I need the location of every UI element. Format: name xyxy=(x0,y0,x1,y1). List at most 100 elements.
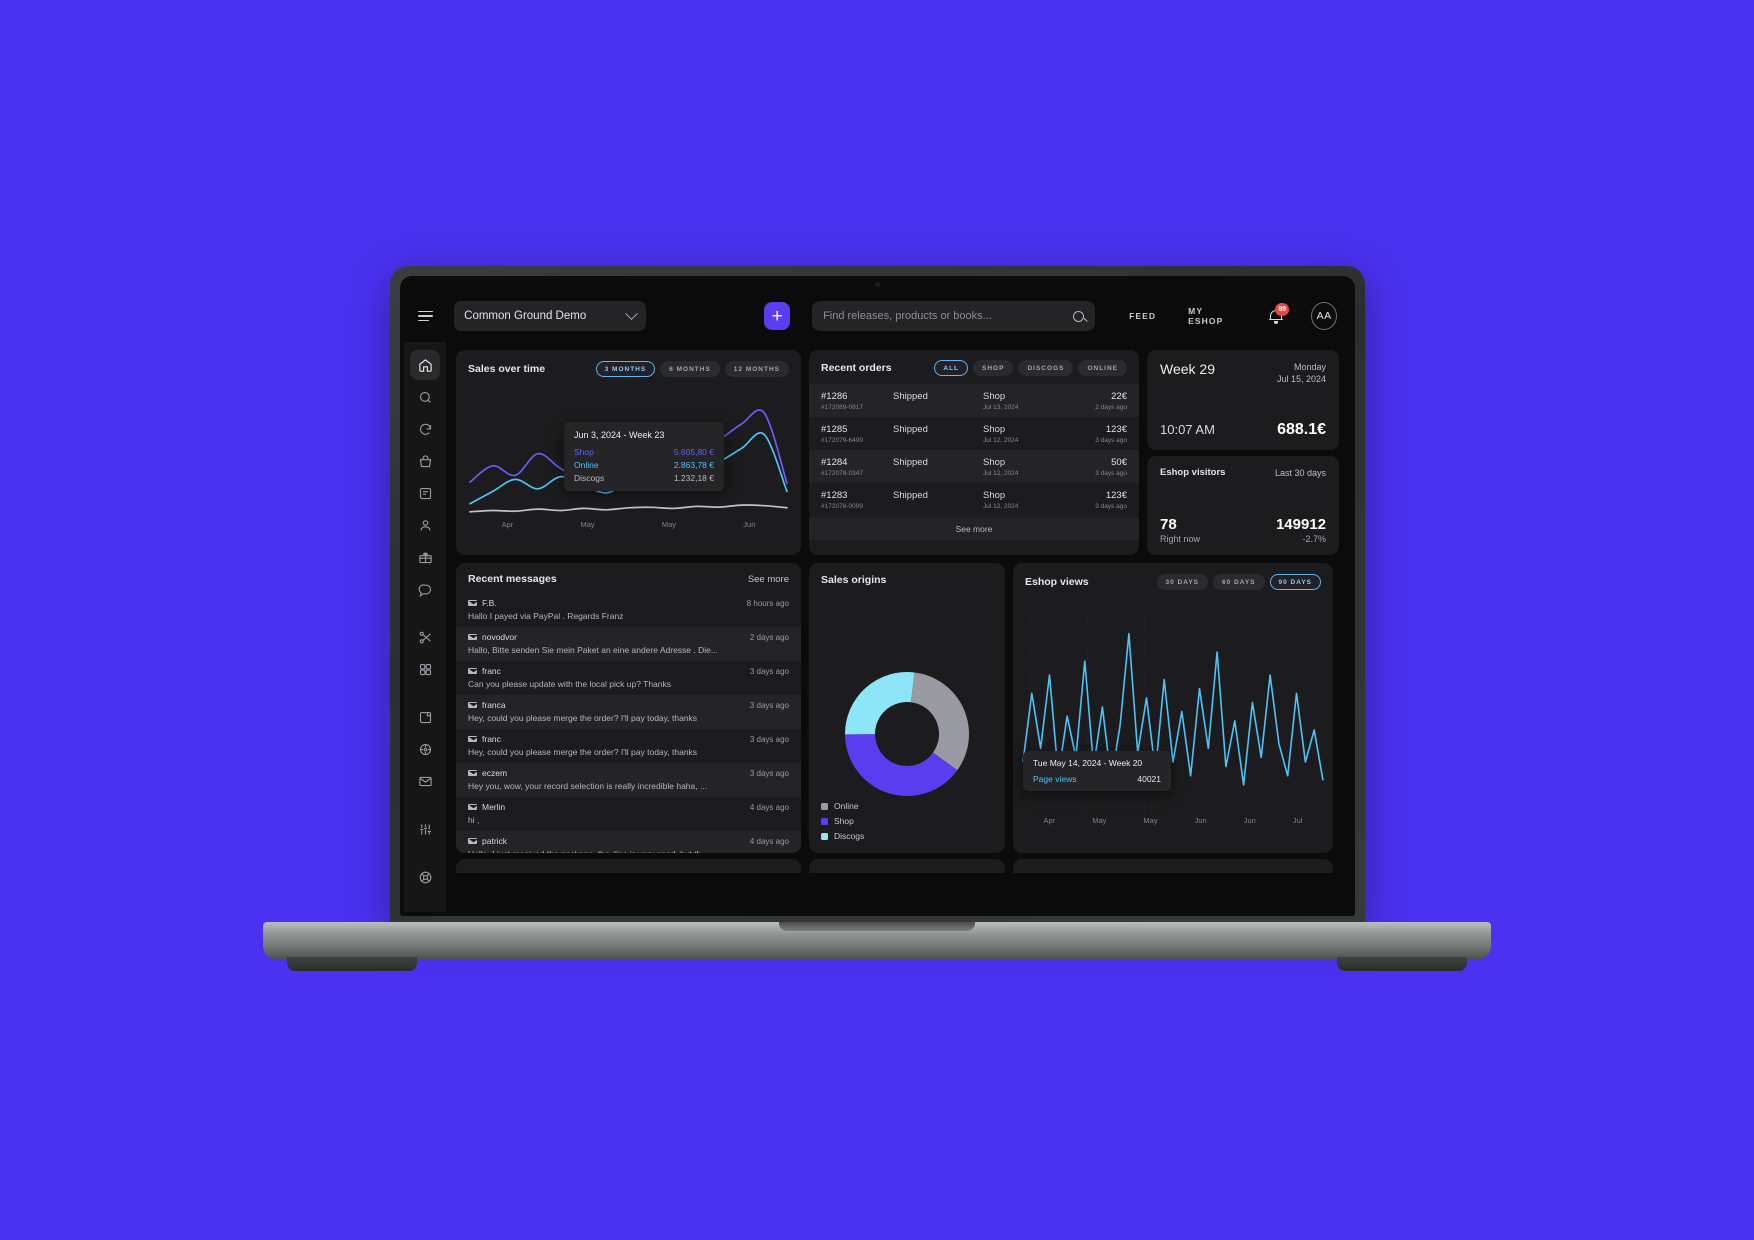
sidebar-item-catalog[interactable] xyxy=(410,478,440,508)
laptop-foot-left xyxy=(287,957,417,971)
views-range-60-days[interactable]: 60 DAYS xyxy=(1213,574,1265,590)
orders-filter-online[interactable]: ONLINE xyxy=(1078,360,1127,376)
message-time: 4 days ago xyxy=(749,836,789,846)
sales-range-6-months[interactable]: 6 MONTHS xyxy=(660,361,720,377)
order-ref: #172078-0099 xyxy=(821,503,863,510)
search-box[interactable] xyxy=(812,301,1096,331)
envelope-icon xyxy=(468,837,478,845)
orders-filter-shop[interactable]: SHOP xyxy=(973,360,1014,376)
sidebar-item-mail[interactable] xyxy=(410,766,440,796)
list-item[interactable]: patrick 4 days ago Hello, I just received… xyxy=(456,831,801,853)
views-range-90-days[interactable]: 90 DAYS xyxy=(1269,574,1321,590)
week-day: Monday xyxy=(1293,362,1326,372)
avatar[interactable]: AA xyxy=(1311,302,1338,330)
list-item[interactable]: Merlin 4 days ago hi , xyxy=(456,797,801,831)
sidebar-item-search[interactable] xyxy=(410,382,440,412)
envelope-icon xyxy=(468,667,478,675)
row-bottom: Recent messages See more F.B. 8 hours ago… xyxy=(456,563,1341,853)
sidebar-item-tools[interactable] xyxy=(410,622,440,652)
message-time: 3 days ago xyxy=(749,768,789,778)
envelope-icon xyxy=(468,803,478,811)
visitors-total-value: 149912 xyxy=(1275,516,1326,533)
message-sender: eczem xyxy=(468,768,507,778)
sidebar-item-messages[interactable] xyxy=(410,574,440,604)
order-id: #1286 xyxy=(821,391,848,402)
sliders-icon xyxy=(419,824,431,834)
views-card-title: Eshop views xyxy=(1025,576,1089,588)
views-range-30-days[interactable]: 30 DAYS xyxy=(1156,574,1208,590)
table-row[interactable]: #1284 #172078-0347 Shipped Shop Jul 12, 20… xyxy=(809,450,1139,483)
search-input[interactable] xyxy=(823,310,1074,322)
sidebar-item-shop[interactable] xyxy=(410,446,440,476)
views-tooltip-title: Tue May 14, 2024 - Week 20 xyxy=(1033,758,1143,768)
chevron-down-icon xyxy=(625,306,639,320)
list-item[interactable]: franca 3 days ago Hey, could you please m… xyxy=(456,695,801,729)
stub-card-2 xyxy=(809,859,1005,873)
sales-range-3-months[interactable]: 3 MONTHS xyxy=(595,361,656,377)
sales-tooltip-row-online: Online 2.863,78 € xyxy=(574,460,714,470)
eshop-views-card: Eshop views 30 DAYS 60 DAYS 90 DAYS Apr … xyxy=(1013,563,1333,853)
sidebar-item-media[interactable] xyxy=(410,734,440,764)
row-top: Sales over time 3 MONTHS 6 MONTHS 12 MON… xyxy=(456,350,1341,555)
list-item[interactable]: eczem 3 days ago Hey you, wow, your recor… xyxy=(456,763,801,797)
list-item[interactable]: novodvor 2 days ago Hallo, Bitte senden S… xyxy=(456,627,801,661)
search-icon xyxy=(419,391,431,403)
views-tooltip-metric-label: Page views xyxy=(1033,774,1077,784)
sidebar-item-gifts[interactable] xyxy=(410,542,440,572)
nav-feed[interactable]: FEED xyxy=(1129,311,1156,321)
order-status: Shipped xyxy=(893,457,928,468)
tooltip-shop-value: 5.605,80 € xyxy=(673,447,714,457)
table-row[interactable]: #1283 #172078-0099 Shipped Shop Jul 12, 20… xyxy=(809,483,1139,516)
visitors-card-bottom: 78 Right now 149912 -2.7% xyxy=(1160,516,1326,544)
shop-selector[interactable]: Common Ground Demo xyxy=(454,301,647,331)
sidebar-item-home[interactable] xyxy=(410,350,440,380)
sidebar-item-settings[interactable] xyxy=(410,814,440,844)
visitors-title: Eshop visitors xyxy=(1160,467,1226,478)
messages-see-more-link[interactable]: See more xyxy=(748,574,789,585)
orders-filter-discogs[interactable]: DISCOGS xyxy=(1018,360,1074,376)
message-time: 3 days ago xyxy=(749,666,789,676)
order-ref: #172089-0817 xyxy=(821,404,863,411)
table-row[interactable]: #1286 #172089-0817 Shipped Shop Jul 13, 20… xyxy=(809,384,1139,417)
tooltip-shop-label: Shop xyxy=(574,447,594,457)
sidebar-item-support[interactable] xyxy=(410,862,440,892)
sidebar-item-apps[interactable] xyxy=(410,654,440,684)
order-channel: Shop xyxy=(983,457,1006,468)
nav-my-eshop[interactable]: MY ESHOP xyxy=(1188,306,1237,326)
mail-icon xyxy=(418,776,432,786)
order-id: #1283 xyxy=(821,490,848,501)
add-button[interactable]: + xyxy=(764,302,791,330)
notification-badge: 89 xyxy=(1275,302,1290,316)
message-time: 3 days ago xyxy=(749,700,789,710)
views-tick-0: Apr xyxy=(1043,816,1056,825)
screen: Common Ground Demo + FEED MY ESHOP 89 xyxy=(404,290,1351,912)
envelope-icon xyxy=(468,769,478,777)
search-icon[interactable] xyxy=(1073,310,1085,322)
sidebar-item-notes[interactable] xyxy=(410,702,440,732)
list-item[interactable]: F.B. 8 hours ago Hallo I payed via PayPal… xyxy=(456,593,801,627)
orders-card-header: Recent orders ALL SHOP DISCOGS ONLINE xyxy=(809,360,1139,376)
order-date: Jul 12, 2024 xyxy=(983,437,1019,444)
sidebar-item-customers[interactable] xyxy=(410,510,440,540)
visitors-right-now-value: 78 xyxy=(1160,516,1177,533)
order-ref: #172079-6499 xyxy=(821,437,863,444)
eshop-views-chart[interactable]: Apr May May Jun Jun Jul xyxy=(1013,599,1333,831)
sales-origins-donut[interactable] xyxy=(832,659,982,814)
list-item[interactable]: franc 3 days ago Can you please update wi… xyxy=(456,661,801,695)
list-item[interactable]: franc 3 days ago Hey, could you please me… xyxy=(456,729,801,763)
order-status: Shipped xyxy=(893,424,928,435)
message-body: Hallo, Bitte senden Sie mein Paket an ei… xyxy=(468,645,718,655)
week-card-top: Week 29 Monday Jul 15, 2024 xyxy=(1160,361,1326,385)
scissors-icon xyxy=(419,631,431,643)
orders-card-title: Recent orders xyxy=(821,362,892,374)
sales-tick-3: Jun xyxy=(743,520,756,529)
order-id: #1285 xyxy=(821,424,848,435)
notifications-button[interactable]: 89 xyxy=(1269,302,1290,324)
legend-item-discogs: Discogs xyxy=(821,831,864,841)
orders-filter-all[interactable]: ALL xyxy=(934,360,969,376)
orders-see-more-button[interactable]: See more xyxy=(809,518,1139,540)
menu-icon[interactable] xyxy=(418,305,438,327)
sales-range-12-months[interactable]: 12 MONTHS xyxy=(724,361,789,377)
sidebar-item-sync[interactable] xyxy=(410,414,440,444)
table-row[interactable]: #1285 #172079-6499 Shipped Shop Jul 12, 20… xyxy=(809,417,1139,450)
